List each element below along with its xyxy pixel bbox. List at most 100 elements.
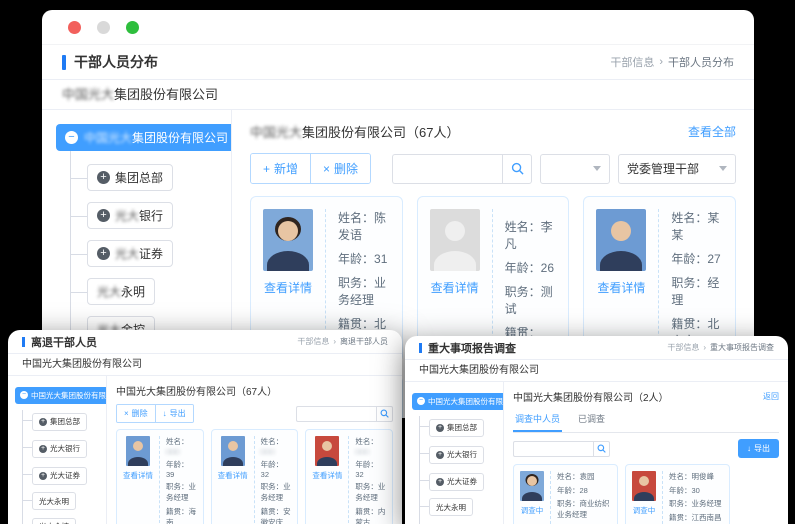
org-tree-sidebar: −中国光大集团股份有限公司 +集团总部 +光大银行 +光大证券 光大永明 光大金…: [8, 376, 107, 524]
delete-button[interactable]: ×删除: [310, 154, 370, 183]
breadcrumb-parent[interactable]: 干部信息: [297, 336, 329, 347]
breadcrumb-parent[interactable]: 干部信息: [610, 54, 654, 70]
view-all-link[interactable]: 查看全部: [688, 123, 736, 140]
page-header: 干部人员分布 干部信息 › 干部人员分布: [42, 44, 754, 80]
person-photo: [632, 471, 656, 501]
cadre-type-select[interactable]: 党委管理干部: [618, 154, 736, 184]
search-input[interactable]: [296, 406, 376, 422]
tree-node[interactable]: 光大金控: [32, 516, 106, 524]
person-photo: [126, 436, 150, 466]
person-card: 调查中 姓名：袁园 年龄：28 职务：商业纺织业务经理 籍贯：内蒙古: [513, 464, 618, 524]
expand-icon[interactable]: +: [39, 418, 47, 426]
expand-icon[interactable]: +: [39, 445, 47, 453]
expand-icon[interactable]: +: [436, 424, 444, 432]
search-input[interactable]: [392, 154, 502, 184]
filter-select-empty[interactable]: [540, 154, 610, 184]
tree-root-node[interactable]: −中国光大集团股份有限公司: [412, 393, 504, 410]
tree-root-node[interactable]: − 中国光大集团股份有限公司: [56, 124, 232, 151]
expand-icon[interactable]: +: [97, 171, 110, 184]
tree-node[interactable]: +光大证券: [429, 470, 503, 491]
expand-icon[interactable]: +: [39, 472, 47, 480]
major-matters-window: 重大事项报告调查 干部信息 › 重大事项报告调查 中国光大集团股份有限公司 −中…: [405, 336, 788, 524]
breadcrumb-current: 离退干部人员: [340, 336, 388, 347]
collapse-icon[interactable]: −: [20, 391, 28, 399]
investigating-link[interactable]: 调查中: [521, 505, 544, 516]
person-photo: [263, 209, 313, 271]
tab-bar: 调查中人员 已调查: [513, 409, 779, 433]
add-button[interactable]: +新增: [251, 154, 310, 183]
breadcrumb: 干部信息 › 离退干部人员: [297, 336, 388, 347]
view-detail-link[interactable]: 查看详情: [431, 279, 479, 296]
person-card: 查看详情 姓名：□□□ 年龄：32 职务：业务经理 籍贯：安徽安庆: [211, 429, 299, 524]
page-title: 离退干部人员: [31, 334, 97, 350]
retired-cadre-window: 离退干部人员 干部信息 › 离退干部人员 中国光大集团股份有限公司 −中国光大集…: [8, 330, 402, 524]
breadcrumb-sep-icon: ›: [333, 337, 336, 346]
person-card: 查看详情 姓名：□□□ 年龄：32 职务：业务经理 籍贯：内蒙古: [305, 429, 393, 524]
tree-node[interactable]: 光大永明: [32, 491, 106, 511]
content-title: 中国光大集团股份有限公司（67人）: [116, 383, 277, 398]
investigating-link[interactable]: 调查中: [633, 505, 656, 516]
org-tree-sidebar: −中国光大集团股份有限公司 +集团总部 +光大银行 +光大证券 光大永明 光大金…: [405, 382, 504, 524]
collapse-icon[interactable]: −: [65, 131, 78, 144]
maximize-window-button[interactable]: [126, 21, 139, 34]
tree-node[interactable]: +光大证券: [32, 464, 106, 485]
tree-node-bank[interactable]: +光大银行: [87, 202, 231, 229]
expand-icon[interactable]: +: [436, 478, 444, 486]
tree-node-yongming[interactable]: 光大永明: [87, 278, 231, 305]
person-photo: [315, 436, 339, 466]
person-photo: [596, 209, 646, 271]
tree-node[interactable]: +光大银行: [429, 443, 503, 464]
search-icon: [511, 162, 524, 175]
search-icon: [380, 409, 389, 418]
search-button[interactable]: [593, 441, 610, 457]
page-header: 重大事项报告调查 干部信息 › 重大事项报告调查: [405, 336, 788, 360]
content-title: 中国光大集团股份有限公司（2人）: [513, 389, 669, 404]
expand-icon[interactable]: +: [97, 247, 110, 260]
view-detail-link[interactable]: 查看详情: [597, 279, 645, 296]
close-icon: ×: [323, 162, 330, 176]
title-accent-bar: [62, 55, 66, 70]
close-window-button[interactable]: [68, 21, 81, 34]
view-detail-link[interactable]: 查看详情: [264, 279, 312, 296]
title-accent-bar: [22, 337, 25, 347]
export-button[interactable]: ↓导出: [738, 439, 779, 458]
download-icon: ↓: [747, 444, 751, 453]
expand-icon[interactable]: +: [436, 451, 444, 459]
company-bar: 中国光大集团股份有限公司: [405, 360, 788, 382]
tree-node[interactable]: +集团总部: [32, 410, 106, 431]
export-button[interactable]: ↓导出: [155, 405, 193, 422]
view-detail-link[interactable]: 查看详情: [312, 470, 342, 481]
chevron-down-icon: [719, 166, 727, 171]
tree-node[interactable]: +光大银行: [32, 437, 106, 458]
title-accent-bar: [419, 343, 422, 353]
tree-root-node[interactable]: −中国光大集团股份有限公司: [15, 387, 107, 404]
delete-button[interactable]: ×删除: [117, 405, 155, 422]
expand-icon[interactable]: +: [97, 209, 110, 222]
search-button[interactable]: [376, 406, 393, 422]
minimize-window-button[interactable]: [97, 21, 110, 34]
breadcrumb: 干部信息 › 重大事项报告调查: [667, 342, 774, 353]
person-photo: [520, 471, 544, 501]
company-bar: 中国光大集团股份有限公司: [8, 354, 402, 376]
tab-investigated[interactable]: 已调查: [576, 409, 607, 432]
tree-node-hq[interactable]: +集团总部: [87, 164, 231, 191]
tree-node[interactable]: 光大永明: [429, 497, 503, 517]
view-detail-link[interactable]: 查看详情: [218, 470, 248, 481]
person-card: 调查中 姓名：明俊峰 年龄：30 职务：业务经理 籍贯：江西南昌: [625, 464, 730, 524]
tab-under-investigation[interactable]: 调查中人员: [513, 409, 562, 432]
tree-node[interactable]: +集团总部: [429, 416, 503, 437]
tree-node-securities[interactable]: +光大证券: [87, 240, 231, 267]
content-title: 中国光大集团股份有限公司（67人）: [250, 122, 459, 141]
search-input[interactable]: [513, 441, 593, 457]
view-detail-link[interactable]: 查看详情: [123, 470, 153, 481]
person-photo: [221, 436, 245, 466]
page-title: 干部人员分布: [74, 52, 158, 72]
breadcrumb-current: 干部人员分布: [668, 54, 734, 70]
search-button[interactable]: [502, 154, 532, 184]
page-header: 离退干部人员 干部信息 › 离退干部人员: [8, 330, 402, 354]
collapse-icon[interactable]: −: [417, 397, 425, 405]
back-link[interactable]: 返回: [763, 391, 779, 402]
breadcrumb-parent[interactable]: 干部信息: [667, 342, 699, 353]
plus-icon: +: [263, 162, 270, 176]
avatar-placeholder: [430, 209, 480, 271]
